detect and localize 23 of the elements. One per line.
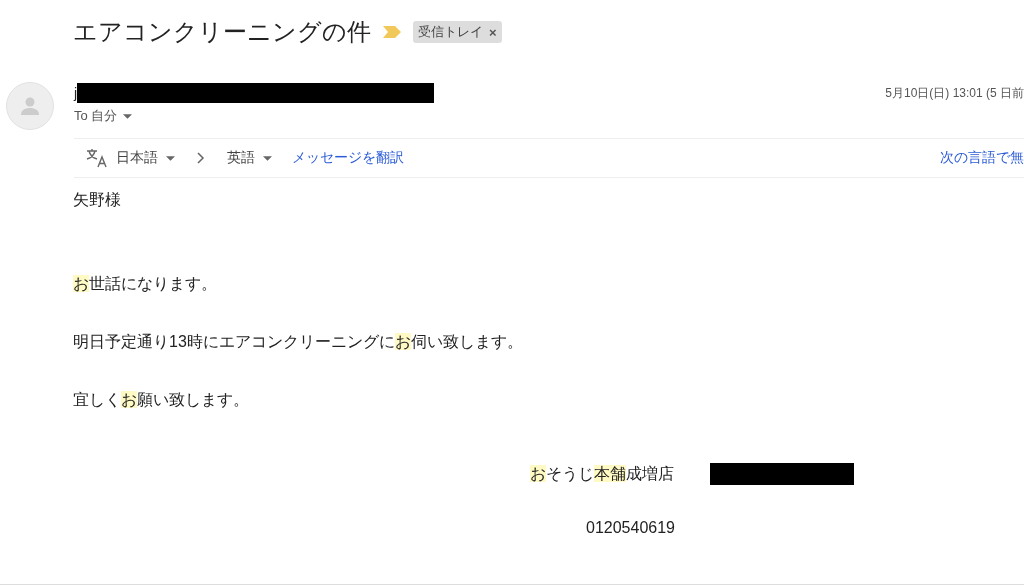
translate-icon [86, 148, 108, 168]
chevron-right-icon [197, 152, 205, 164]
signature-shop-name: おそうじ本舗成増店 [530, 464, 674, 484]
message-line: 明日予定通り13時にエアコンクリーニングにお伺い致します。 [73, 332, 524, 352]
remove-label-button[interactable]: × [489, 24, 497, 40]
recipient-text: To 自分 [74, 107, 118, 125]
caret-icon [123, 113, 133, 119]
importance-marker-icon [383, 26, 401, 38]
translate-message-link[interactable]: メッセージを翻訳 [292, 149, 404, 167]
message-line: 宜しく お願い致します。 [73, 390, 250, 410]
date-text: 5月10日(日) 13:01 (5 日前 [885, 84, 1024, 102]
caret-icon [166, 155, 175, 161]
phone-number: 0120540619 [586, 518, 676, 538]
sender-name: j [74, 85, 78, 101]
never-translate-link[interactable]: 次の言語で無 [940, 149, 1024, 167]
email-subject: エアコンクリーニングの件 [73, 17, 371, 47]
message-line: 矢野様 [73, 190, 122, 210]
caret-icon [263, 155, 272, 161]
inbox-label[interactable]: 受信トレイ × [413, 21, 502, 43]
source-language-dropdown[interactable]: 日本語 [116, 149, 158, 167]
person-icon [20, 96, 40, 116]
target-language-dropdown[interactable]: 英語 [227, 149, 255, 167]
message-line: お世話になります。 [73, 274, 218, 294]
